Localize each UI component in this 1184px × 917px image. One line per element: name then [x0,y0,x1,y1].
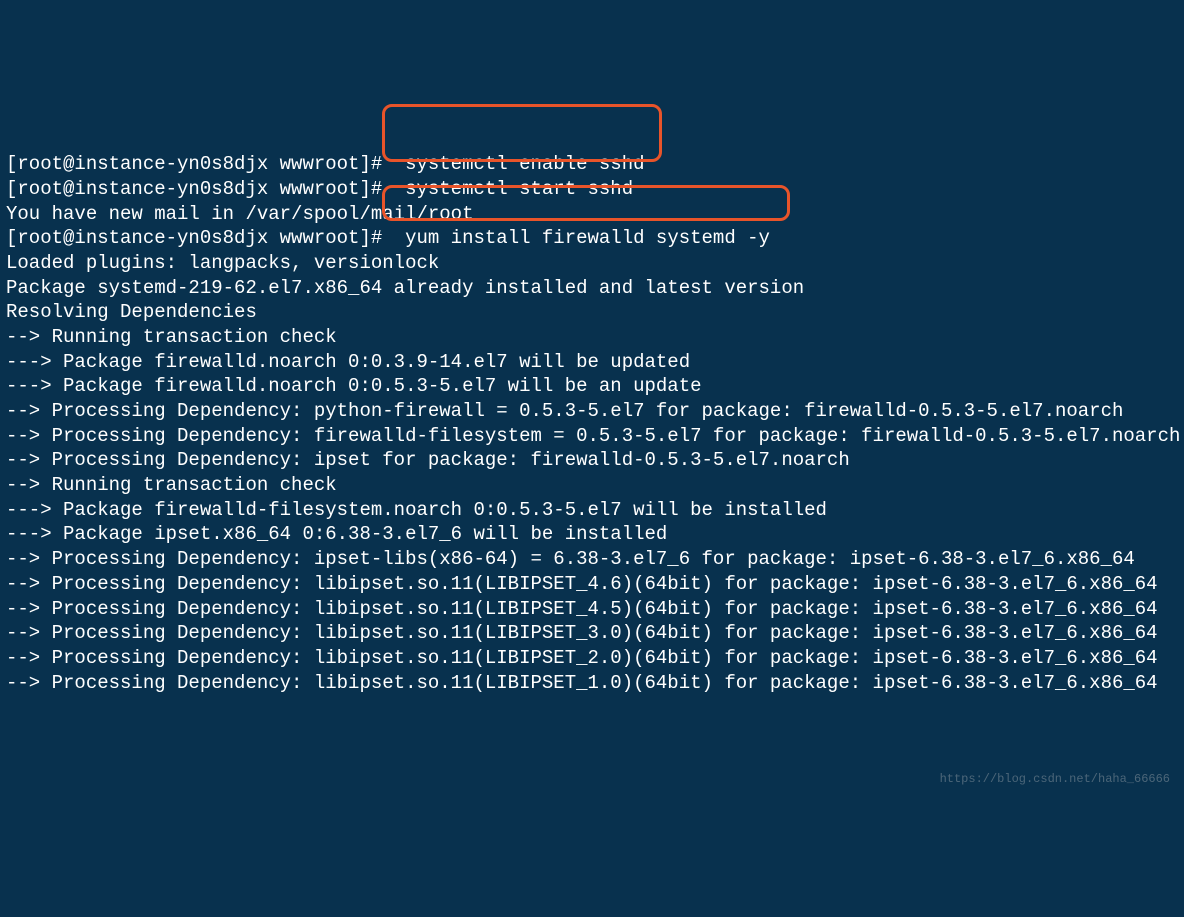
terminal-line: --> Processing Dependency: libipset.so.1… [6,621,1178,646]
shell-output: --> Processing Dependency: ipset-libs(x8… [6,548,1135,570]
shell-output: ---> Package ipset.x86_64 0:6.38-3.el7_6… [6,523,667,545]
shell-output: ---> Package firewalld.noarch 0:0.5.3-5.… [6,375,702,397]
shell-output: --> Running transaction check [6,474,337,496]
terminal-line: ---> Package firewalld.noarch 0:0.3.9-14… [6,350,1178,375]
shell-output: --> Processing Dependency: libipset.so.1… [6,622,1158,644]
shell-output: --> Processing Dependency: libipset.so.1… [6,672,1158,694]
terminal-line: --> Processing Dependency: ipset for pac… [6,448,1178,473]
shell-output: --> Processing Dependency: libipset.so.1… [6,598,1158,620]
terminal-line: Resolving Dependencies [6,300,1178,325]
watermark-text: https://blog.csdn.net/haha_66666 [940,772,1170,788]
terminal-line: [root@instance-yn0s8djx wwwroot]# system… [6,177,1178,202]
terminal-line: --> Processing Dependency: libipset.so.1… [6,671,1178,696]
shell-command: yum install firewalld systemd -y [394,227,770,249]
shell-output: Loaded plugins: langpacks, versionlock [6,252,439,274]
shell-output: ---> Package firewalld.noarch 0:0.3.9-14… [6,351,690,373]
terminal-line: ---> Package firewalld-filesystem.noarch… [6,498,1178,523]
terminal-output: [root@instance-yn0s8djx wwwroot]# system… [6,103,1178,794]
terminal-line: Package systemd-219-62.el7.x86_64 alread… [6,276,1178,301]
terminal-line: Loaded plugins: langpacks, versionlock [6,251,1178,276]
shell-prompt: [root@instance-yn0s8djx wwwroot]# [6,153,394,175]
shell-output: You have new mail in /var/spool/mail/roo… [6,203,473,225]
terminal-line: You have new mail in /var/spool/mail/roo… [6,202,1178,227]
shell-output: ---> Package firewalld-filesystem.noarch… [6,499,827,521]
terminal-line: --> Processing Dependency: firewalld-fil… [6,424,1178,449]
terminal-line: ---> Package ipset.x86_64 0:6.38-3.el7_6… [6,522,1178,547]
shell-prompt: [root@instance-yn0s8djx wwwroot]# [6,227,394,249]
terminal-line: --> Processing Dependency: ipset-libs(x8… [6,547,1178,572]
terminal-line: --> Running transaction check [6,473,1178,498]
terminal-line: --> Processing Dependency: libipset.so.1… [6,572,1178,597]
shell-output: Resolving Dependencies [6,301,257,323]
shell-output: --> Running transaction check [6,326,337,348]
shell-output: --> Processing Dependency: libipset.so.1… [6,573,1158,595]
terminal-line: --> Processing Dependency: libipset.so.1… [6,646,1178,671]
shell-output: --> Processing Dependency: firewalld-fil… [6,425,1180,447]
shell-output: --> Processing Dependency: ipset for pac… [6,449,850,471]
shell-output: --> Processing Dependency: python-firewa… [6,400,1123,422]
terminal-line: --> Processing Dependency: python-firewa… [6,399,1178,424]
shell-prompt: [root@instance-yn0s8djx wwwroot]# [6,178,394,200]
terminal-line: --> Processing Dependency: libipset.so.1… [6,597,1178,622]
terminal-line: [root@instance-yn0s8djx wwwroot]# system… [6,152,1178,177]
shell-command: systemctl start sshd [394,178,633,200]
terminal-line: [root@instance-yn0s8djx wwwroot]# yum in… [6,226,1178,251]
terminal-lines: [root@instance-yn0s8djx wwwroot]# system… [6,152,1178,695]
terminal-line: ---> Package firewalld.noarch 0:0.5.3-5.… [6,374,1178,399]
shell-output: Package systemd-219-62.el7.x86_64 alread… [6,277,804,299]
shell-command: systemctl enable sshd [394,153,645,175]
shell-output: --> Processing Dependency: libipset.so.1… [6,647,1158,669]
terminal-line: --> Running transaction check [6,325,1178,350]
